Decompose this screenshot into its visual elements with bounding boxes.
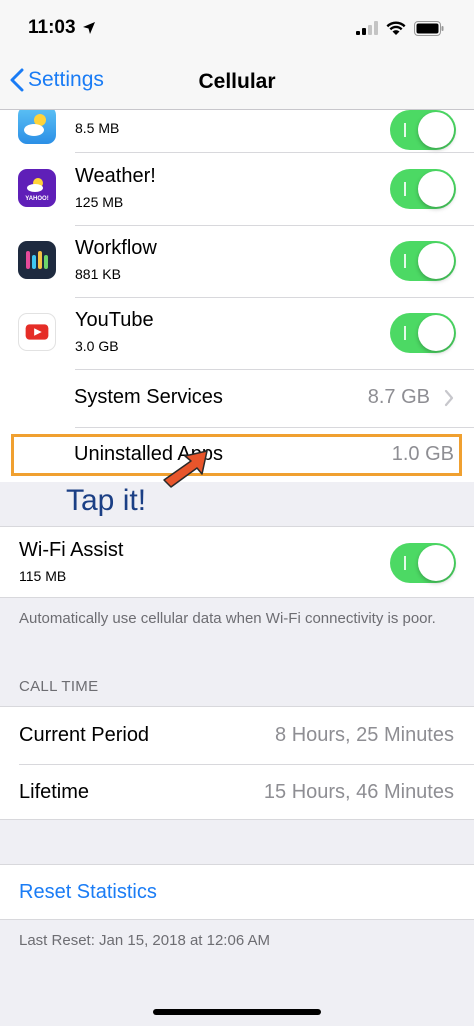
lifetime-value: 15 Hours, 46 Minutes xyxy=(263,781,454,803)
location-arrow-icon xyxy=(82,22,95,34)
wifi-assist-footer: Automatically use cellular data when Wi-… xyxy=(19,610,436,627)
workflow-toggle[interactable] xyxy=(390,241,456,281)
wifi-assist-size: 115 MB xyxy=(19,568,67,584)
system-services-label: System Services xyxy=(74,386,223,408)
lifetime-row: Lifetime 15 Hours, 46 Minutes xyxy=(0,764,474,821)
wifi-assist-label: Wi-Fi Assist xyxy=(19,539,124,561)
app-name: Weather! xyxy=(75,165,156,187)
list-item: YouTube 3.0 GB xyxy=(0,297,474,369)
wifi-assist-group: Wi-Fi Assist 115 MB xyxy=(0,526,474,598)
arrow-icon xyxy=(163,450,208,488)
weather-toggle[interactable] xyxy=(390,110,456,150)
annotation-callout: Tap it! xyxy=(66,484,147,517)
battery-icon xyxy=(414,20,444,36)
reset-group: Reset Statistics xyxy=(0,864,474,920)
workflow-icon xyxy=(18,241,56,279)
app-size: 8.5 MB xyxy=(75,120,120,136)
last-reset-text: Last Reset: Jan 15, 2018 at 12:06 AM xyxy=(19,932,271,949)
yahoo-logo-text: YAHOO! xyxy=(25,196,48,202)
reset-statistics-button[interactable]: Reset Statistics xyxy=(19,881,157,904)
weather-icon xyxy=(18,106,56,144)
app-list-group: 8.5 MB YAHOO! Weather! 125 MB Workflow 8… xyxy=(0,80,474,482)
current-period-value: 8 Hours, 25 Minutes xyxy=(275,724,454,746)
youtube-toggle[interactable] xyxy=(390,313,456,353)
home-indicator[interactable] xyxy=(153,1009,321,1015)
status-time-text: 11:03 xyxy=(28,17,76,38)
app-name: YouTube xyxy=(75,309,154,331)
list-item: Workflow 881 KB xyxy=(0,225,474,297)
call-time-header: CALL TIME xyxy=(19,678,99,695)
app-name: Workflow xyxy=(75,237,157,259)
lifetime-label: Lifetime xyxy=(19,781,90,803)
navigation-bar: Settings Cellular xyxy=(0,56,474,110)
wifi-icon xyxy=(386,20,406,35)
call-time-group: Current Period 8 Hours, 25 Minutes Lifet… xyxy=(0,706,474,820)
system-services-row[interactable]: System Services 8.7 GB xyxy=(0,369,474,427)
current-period-label: Current Period xyxy=(19,724,150,746)
wifi-assist-toggle[interactable] xyxy=(390,543,456,583)
uninstalled-apps-row[interactable]: Uninstalled Apps 1.0 GB xyxy=(0,427,474,482)
page-title: Cellular xyxy=(198,70,276,93)
app-size: 3.0 GB xyxy=(75,338,119,354)
app-size: 125 MB xyxy=(75,194,124,210)
yahoo-weather-icon: YAHOO! xyxy=(18,169,56,207)
system-services-value: 8.7 GB xyxy=(367,386,430,408)
current-period-row: Current Period 8 Hours, 25 Minutes xyxy=(0,707,474,764)
youtube-icon xyxy=(18,313,56,351)
status-bar: 11:03 xyxy=(0,0,474,56)
status-time: 11:03 xyxy=(28,17,96,39)
chevron-right-icon xyxy=(444,389,454,407)
uninstalled-apps-value: 1.0 GB xyxy=(391,443,454,465)
list-item: YAHOO! Weather! 125 MB xyxy=(0,153,474,225)
status-icons xyxy=(356,20,444,36)
weather-yahoo-toggle[interactable] xyxy=(390,169,456,209)
list-item: 8.5 MB xyxy=(0,106,474,154)
signal-icon xyxy=(356,21,378,35)
app-size: 881 KB xyxy=(75,266,121,282)
